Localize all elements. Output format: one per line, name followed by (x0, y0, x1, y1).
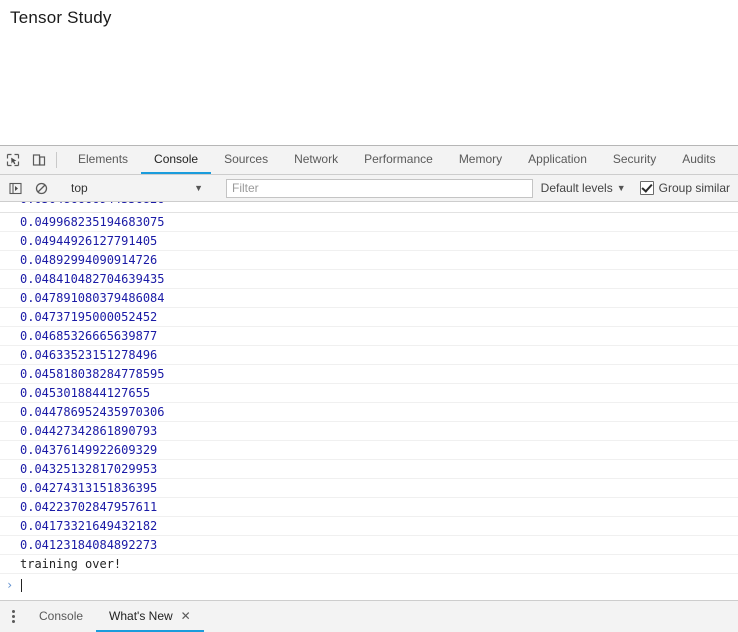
devtools-panel: Elements Console Sources Network Perform… (0, 145, 738, 632)
inspect-element-icon[interactable] (0, 146, 26, 174)
console-message: 0.04223702847957611 (0, 498, 738, 517)
devtools-tabbar: Elements Console Sources Network Perform… (0, 146, 738, 175)
tab-label: Memory (458, 152, 503, 166)
tab-console[interactable]: Console (141, 146, 212, 174)
console-prompt[interactable]: › (0, 574, 738, 596)
console-message: 0.04274313151836395 (0, 479, 738, 498)
console-filter-input[interactable] (226, 178, 533, 198)
tab-label: Network (294, 152, 339, 166)
console-message: 0.050486666944356826 (0, 202, 738, 213)
drawer-tab-list: Console What's New ✕ (26, 601, 204, 632)
prompt-chevron-icon: › (6, 578, 14, 592)
console-sidebar-icon[interactable] (2, 182, 28, 195)
devtools-tab-list: Elements Console Sources Network Perform… (65, 146, 729, 174)
console-message: 0.04325132817029953 (0, 460, 738, 479)
console-message: 0.04173321649432182 (0, 517, 738, 536)
log-levels-label: Default levels (540, 181, 613, 195)
tab-label: Console (154, 152, 199, 166)
chevron-down-icon: ▼ (616, 183, 626, 193)
console-message-text: 0.050486666944356826 (20, 202, 738, 205)
console-message: training over! (0, 555, 738, 574)
close-icon[interactable]: ✕ (181, 610, 191, 622)
execution-context-select[interactable]: top ▼ (63, 178, 211, 198)
log-levels-dropdown[interactable]: Default levels ▼ (537, 181, 630, 195)
console-message: 0.0453018844127655 (0, 384, 738, 403)
tab-sources[interactable]: Sources (211, 146, 281, 174)
console-message: 0.049968235194683075 (0, 213, 738, 232)
page-viewport: Tensor Study (0, 0, 738, 145)
console-message: 0.04944926127791405 (0, 232, 738, 251)
chevron-down-icon: ▼ (194, 183, 203, 193)
tab-elements[interactable]: Elements (65, 146, 141, 174)
console-message: 0.04427342861890793 (0, 422, 738, 441)
clear-console-icon[interactable] (28, 182, 54, 195)
browser-window: Tensor Study Elements Console Sources Ne… (0, 0, 738, 632)
console-message: 0.04737195000052452 (0, 308, 738, 327)
tab-label: Sources (224, 152, 269, 166)
console-message: 0.04633523151278496 (0, 346, 738, 365)
tab-label: Elements (78, 152, 129, 166)
tab-security[interactable]: Security (600, 146, 669, 174)
console-message: 0.044786952435970306 (0, 403, 738, 422)
console-message: 0.04123184084892273 (0, 536, 738, 555)
tab-label: Application (528, 152, 587, 166)
drawer-tab-label: What's New (109, 608, 173, 623)
tab-label: Security (612, 152, 657, 166)
console-message-list[interactable]: 0.050486666944356826 0.04996823519468307… (0, 202, 738, 600)
tab-application[interactable]: Application (515, 146, 600, 174)
toolbar-divider (56, 152, 57, 168)
page-title: Tensor Study (10, 8, 112, 27)
tab-performance[interactable]: Performance (351, 146, 446, 174)
console-message: 0.04892994090914726 (0, 251, 738, 270)
drawer-tab-whats-new[interactable]: What's New ✕ (96, 601, 204, 632)
group-similar-checkbox[interactable] (639, 181, 654, 195)
tab-label: Audits (682, 152, 716, 166)
text-cursor (21, 578, 22, 592)
tab-label: Performance (364, 152, 433, 166)
more-options-icon[interactable] (0, 601, 26, 632)
drawer-tab-console[interactable]: Console (26, 601, 96, 632)
device-toolbar-icon[interactable] (26, 146, 52, 174)
group-similar-label: Group similar (658, 181, 730, 195)
console-message: 0.048410482704639435 (0, 270, 738, 289)
tab-network[interactable]: Network (281, 146, 351, 174)
tab-memory[interactable]: Memory (446, 146, 515, 174)
tab-audits[interactable]: Audits (669, 146, 728, 174)
console-message: 0.045818038284778595 (0, 365, 738, 384)
execution-context-value: top (71, 181, 88, 195)
console-message: 0.047891080379486084 (0, 289, 738, 308)
devtools-drawer: Console What's New ✕ (0, 600, 738, 632)
drawer-tab-label: Console (39, 608, 84, 623)
console-message: 0.04376149922609329 (0, 441, 738, 460)
console-filter-toolbar: top ▼ Default levels ▼ Group similar (0, 175, 738, 202)
console-message: 0.04685326665639877 (0, 327, 738, 346)
group-similar-toggle[interactable]: Group similar (639, 181, 736, 195)
